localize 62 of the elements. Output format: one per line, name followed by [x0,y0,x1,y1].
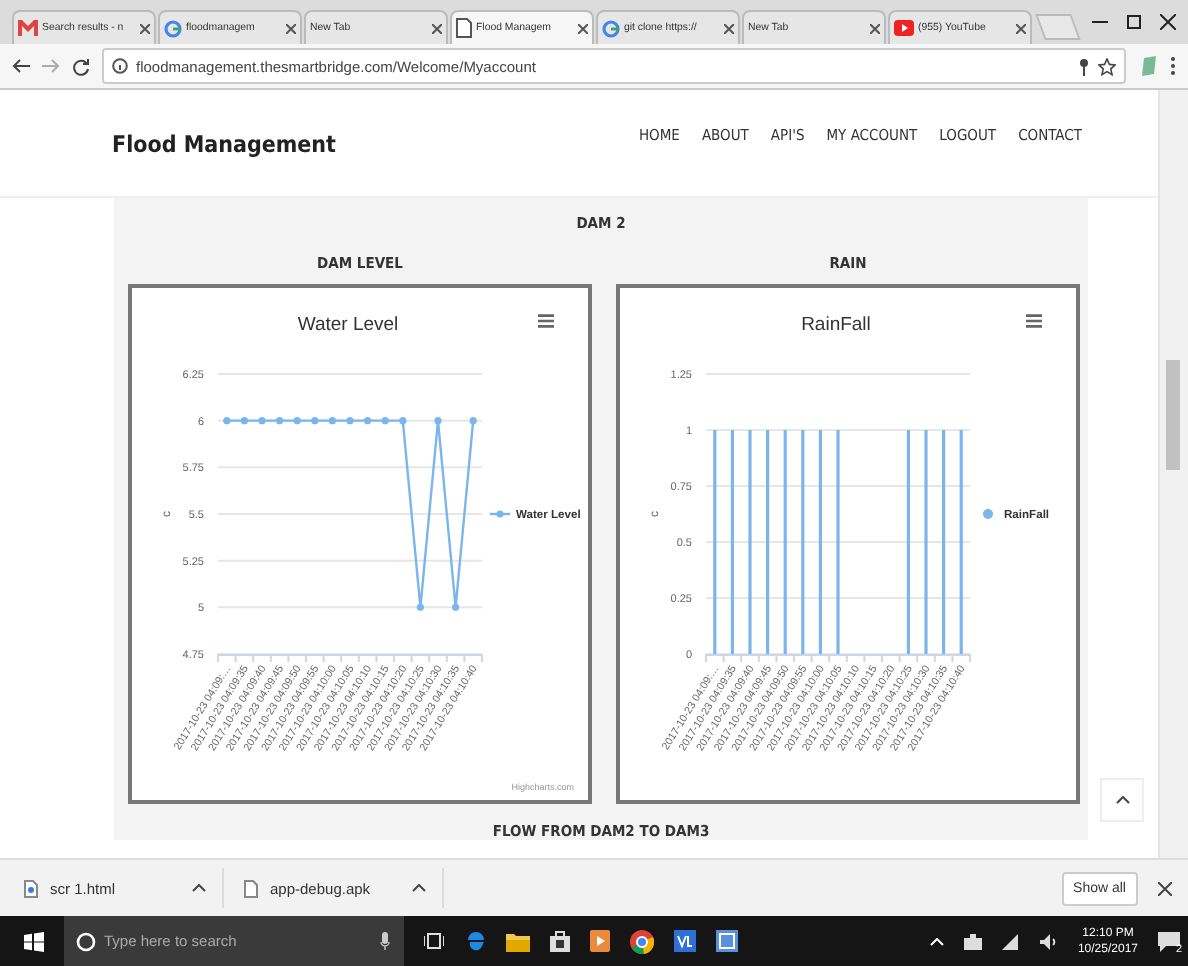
page-icon [456,18,472,38]
data-point [346,417,354,425]
menu-icon[interactable] [1026,315,1042,327]
data-point [452,603,460,611]
close-icon[interactable] [578,23,588,33]
reload-icon[interactable] [72,57,90,75]
scrollbar[interactable] [1158,90,1188,859]
app-tile-icon[interactable] [674,930,696,952]
media-player-icon[interactable] [590,930,610,952]
data-point [293,417,301,425]
data-point [364,417,372,425]
site-title: Flood Management [112,129,339,157]
app-tile-icon[interactable] [716,930,738,952]
volume-icon[interactable] [1039,933,1058,949]
data-point [311,417,319,425]
store-icon[interactable] [550,930,570,952]
maximize-icon[interactable] [1126,14,1142,30]
task-view-icon[interactable] [424,932,444,950]
legend-marker [983,509,993,519]
back-icon[interactable] [12,58,30,74]
browser-e-icon[interactable] [464,930,486,952]
close-icon[interactable] [724,23,734,33]
caret-icon [1115,796,1129,804]
close-icon[interactable] [432,23,442,33]
wifi-icon[interactable] [1001,933,1020,949]
data-point [258,417,266,425]
info-icon [112,58,128,74]
notification-icon[interactable] [1158,931,1180,951]
legend-marker [490,510,510,518]
windows-icon[interactable] [24,931,44,951]
data-point [240,417,248,425]
video-icon [894,20,914,36]
close-icon[interactable] [1160,14,1176,30]
close-icon[interactable] [1158,881,1172,896]
google-icon [602,19,620,37]
star-icon[interactable] [1098,57,1116,75]
chart-title: Water Level [297,314,399,336]
chart-title: RainFall [801,314,871,336]
close-icon[interactable] [140,23,150,33]
close-icon[interactable] [870,23,880,33]
data-point [328,417,336,425]
caret-icon[interactable] [412,884,426,893]
google-icon [164,19,182,37]
microphone-icon[interactable] [380,932,390,950]
data-point [399,417,407,425]
menu-icon[interactable] [1170,56,1176,76]
data-point [416,603,424,611]
menu-icon[interactable] [538,315,554,327]
close-icon[interactable] [286,23,296,33]
search-icon [76,932,96,952]
data-point [381,417,389,425]
data-point [223,417,231,425]
mail-icon [18,20,38,36]
caret-icon[interactable] [192,884,206,893]
data-point [434,417,442,425]
file-icon [244,879,258,898]
folder-icon[interactable] [506,931,530,951]
data-point [276,417,284,425]
html-file-icon [24,879,38,898]
close-icon[interactable] [1016,23,1026,33]
data-point [469,417,477,425]
chrome-icon[interactable] [630,929,654,953]
